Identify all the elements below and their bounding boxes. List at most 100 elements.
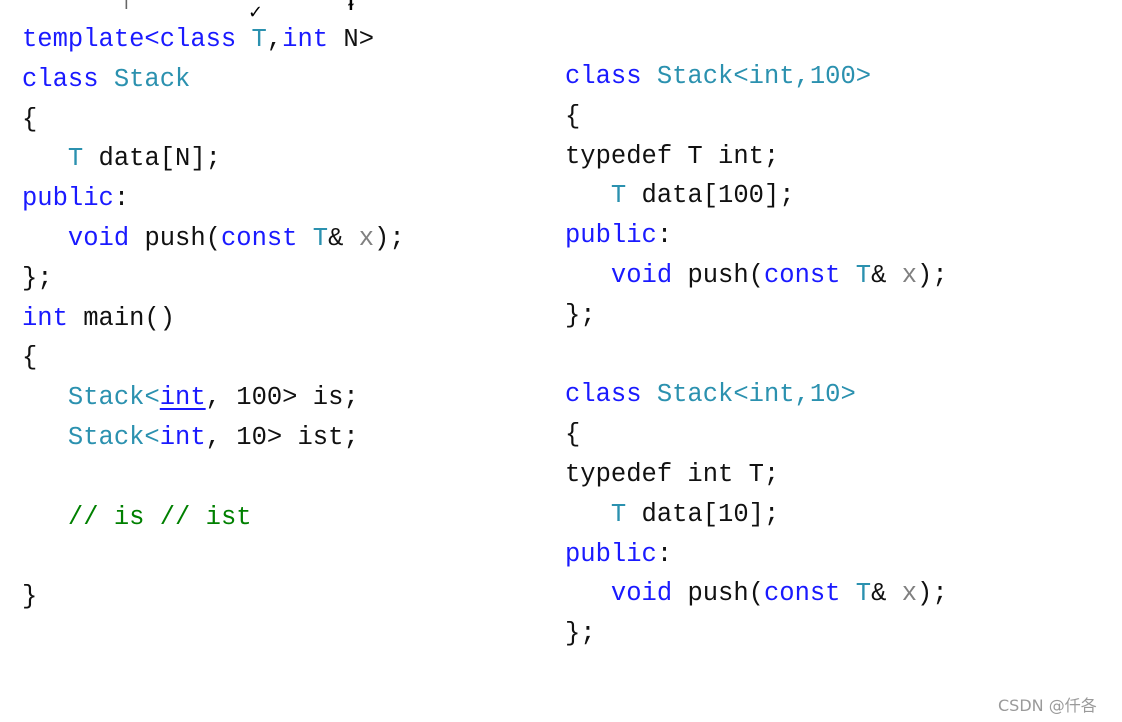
code-token: int (159, 383, 206, 413)
code-line: }; (22, 259, 405, 299)
code-token: x (358, 223, 375, 253)
code-line: T data[N]; (22, 139, 405, 179)
code-token: T (312, 223, 329, 253)
code-token: } (22, 582, 38, 612)
code-token: data[N]; (83, 144, 221, 174)
text-cursor-mark: I (124, 0, 129, 13)
code-line: template<class T,int N> (22, 20, 405, 60)
code-line: class Stack (22, 60, 405, 100)
code-line: }; (565, 296, 948, 336)
code-token: T (855, 260, 872, 290)
code-token: data[10]; (626, 499, 780, 529)
code-line: int main() (22, 299, 405, 339)
code-line: { (22, 100, 405, 140)
code-token: { (22, 343, 38, 373)
code-token: { (565, 420, 581, 450)
code-block-instantiations: class Stack<int,100> { typedef T int; T da… (565, 57, 948, 654)
code-token: , 10> ist; (205, 422, 359, 452)
code-token: int (282, 25, 344, 54)
code-line: T data[100]; (565, 176, 948, 216)
code-token: public (565, 221, 657, 251)
code-token: T (855, 579, 872, 609)
code-token: push( (129, 223, 221, 253)
code-token: void (610, 260, 673, 290)
code-token: : (113, 184, 130, 214)
code-token: T (610, 181, 627, 211)
code-line: Stack<int, 100> is; (22, 378, 405, 418)
code-token: Stack<int,100> (656, 62, 872, 91)
code-token: & (871, 260, 902, 290)
code-line: void push(const T& x); (565, 574, 948, 614)
code-token: & (328, 223, 359, 253)
code-token: int (22, 303, 68, 333)
code-token: const (220, 223, 313, 253)
code-token: & (871, 579, 902, 609)
code-line (22, 537, 405, 577)
code-token: Stack< (67, 422, 160, 452)
code-line: public: (22, 179, 405, 219)
code-token: typedef int T; (565, 459, 780, 489)
code-line: Stack<int, 10> ist; (22, 418, 405, 458)
code-token: main() (67, 303, 176, 333)
code-token: }; (22, 263, 53, 293)
code-token: public (22, 184, 114, 214)
code-token: { (22, 104, 38, 134)
code-token: }; (565, 300, 596, 330)
code-token: Stack (113, 64, 191, 94)
code-line: { (565, 415, 948, 455)
code-token: x (901, 260, 918, 290)
code-line: typedef int T; (565, 455, 948, 495)
code-token: x (901, 579, 918, 609)
code-token: // is // ist (67, 502, 252, 532)
code-token: , 100> is; (205, 383, 359, 413)
code-token: void (67, 223, 130, 253)
code-line: { (565, 97, 948, 137)
code-token: , (266, 25, 283, 54)
code-line: // is // ist (22, 498, 405, 538)
code-token: void (610, 579, 673, 609)
code-line: { (22, 338, 405, 378)
code-token: T (67, 144, 84, 174)
code-line: class Stack<int,100> (565, 57, 948, 97)
pen-mark-icon: ɫ (347, 0, 355, 14)
code-line: }; (565, 614, 948, 654)
code-line: typedef T int; (565, 137, 948, 177)
check-mark-icon: ✓ (248, 2, 264, 23)
code-line (22, 458, 405, 498)
code-token: }; (565, 619, 596, 649)
code-token: { (565, 101, 581, 131)
code-token: push( (672, 579, 764, 609)
code-token: T (610, 499, 627, 529)
watermark: CSDN @仟各 (998, 696, 1097, 715)
code-line: T data[10]; (565, 495, 948, 535)
code-line: } (22, 577, 405, 617)
code-line: class Stack<int,10> (565, 375, 948, 415)
code-line (565, 336, 948, 376)
code-token: public (565, 539, 657, 569)
code-token: class (565, 380, 657, 410)
code-token: class (565, 62, 657, 91)
code-token: N> (343, 25, 374, 54)
code-token: : (656, 221, 673, 251)
code-token: const (763, 260, 856, 290)
code-token: Stack (67, 383, 145, 413)
code-token: data[100]; (626, 181, 795, 211)
code-line: void push(const T& x); (565, 256, 948, 296)
code-token: typedef T int; (565, 141, 780, 171)
code-line: public: (565, 216, 948, 256)
code-token: int (159, 422, 206, 452)
code-token: push( (672, 260, 764, 290)
code-token: class (22, 64, 114, 94)
code-line: public: (565, 535, 948, 575)
code-token: < (144, 383, 160, 413)
code-token: template<class (22, 25, 252, 54)
